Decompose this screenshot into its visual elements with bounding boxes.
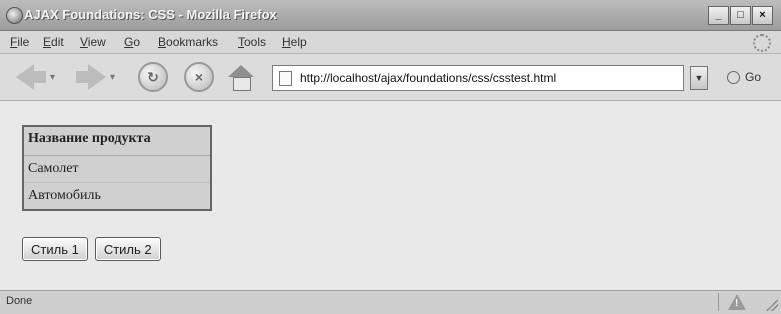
style-buttons: Стиль 1 Стиль 2 bbox=[22, 237, 161, 261]
go-icon bbox=[727, 70, 740, 84]
window-title: AJAX Foundations: CSS - Mozilla Firefox bbox=[24, 7, 277, 22]
browser-window: AJAX Foundations: CSS - Mozilla Firefox … bbox=[0, 0, 781, 314]
firefox-icon bbox=[6, 7, 23, 24]
go-label: Go bbox=[745, 70, 762, 84]
minimize-button[interactable]: _ bbox=[708, 6, 729, 25]
back-dropdown-icon[interactable]: ▾ bbox=[50, 72, 55, 83]
forward-dropdown-icon[interactable]: ▾ bbox=[110, 72, 115, 83]
menu-go[interactable]: Go bbox=[124, 35, 140, 49]
stop-button[interactable]: × bbox=[184, 62, 214, 92]
back-arrow-icon bbox=[16, 64, 34, 90]
window-controls: _ □ × bbox=[708, 6, 773, 25]
home-button[interactable] bbox=[228, 62, 254, 92]
menu-view[interactable]: View bbox=[80, 35, 106, 49]
status-separator bbox=[718, 293, 719, 311]
table-header: Название продукта bbox=[24, 127, 210, 156]
table-row: Автомобиль bbox=[24, 182, 210, 209]
throbber-icon bbox=[753, 34, 771, 52]
title-bar: AJAX Foundations: CSS - Mozilla Firefox … bbox=[0, 0, 781, 31]
status-bar: Done ! bbox=[0, 290, 781, 314]
go-button[interactable]: Go bbox=[727, 70, 761, 84]
stop-icon: × bbox=[184, 62, 214, 92]
forward-arrow-icon bbox=[88, 64, 106, 90]
style-2-button[interactable]: Стиль 2 bbox=[94, 237, 161, 261]
resize-grip-icon[interactable] bbox=[766, 299, 778, 311]
url-bar[interactable] bbox=[272, 65, 684, 91]
navigation-toolbar: ▾ ▾ ↻ × ▼ Go bbox=[0, 54, 781, 101]
maximize-button[interactable]: □ bbox=[730, 6, 751, 25]
reload-icon: ↻ bbox=[138, 62, 168, 92]
menu-tools[interactable]: Tools bbox=[238, 35, 266, 49]
style-1-button[interactable]: Стиль 1 bbox=[22, 237, 88, 261]
menu-edit[interactable]: Edit bbox=[43, 35, 64, 49]
page-icon bbox=[279, 70, 292, 86]
reload-button[interactable]: ↻ bbox=[138, 62, 168, 92]
forward-arrow-stem bbox=[76, 71, 88, 83]
forward-button[interactable]: ▾ bbox=[76, 62, 115, 92]
status-text: Done bbox=[6, 295, 33, 307]
menu-file[interactable]: File bbox=[10, 35, 29, 49]
menu-bookmarks[interactable]: Bookmarks bbox=[158, 35, 218, 49]
close-button[interactable]: × bbox=[752, 6, 773, 25]
url-input[interactable] bbox=[298, 70, 662, 86]
home-icon bbox=[228, 65, 254, 91]
page-content: Название продукта Самолет Автомобиль Сти… bbox=[0, 101, 781, 290]
url-dropdown-button[interactable]: ▼ bbox=[690, 66, 708, 90]
back-arrow-stem bbox=[34, 71, 46, 83]
table-row: Самолет bbox=[28, 161, 79, 176]
menu-bar: File Edit View Go Bookmarks Tools Help bbox=[0, 31, 781, 54]
menu-help[interactable]: Help bbox=[282, 35, 307, 49]
back-button[interactable]: ▾ bbox=[16, 62, 55, 92]
product-table: Название продукта Самолет Автомобиль bbox=[22, 125, 212, 211]
